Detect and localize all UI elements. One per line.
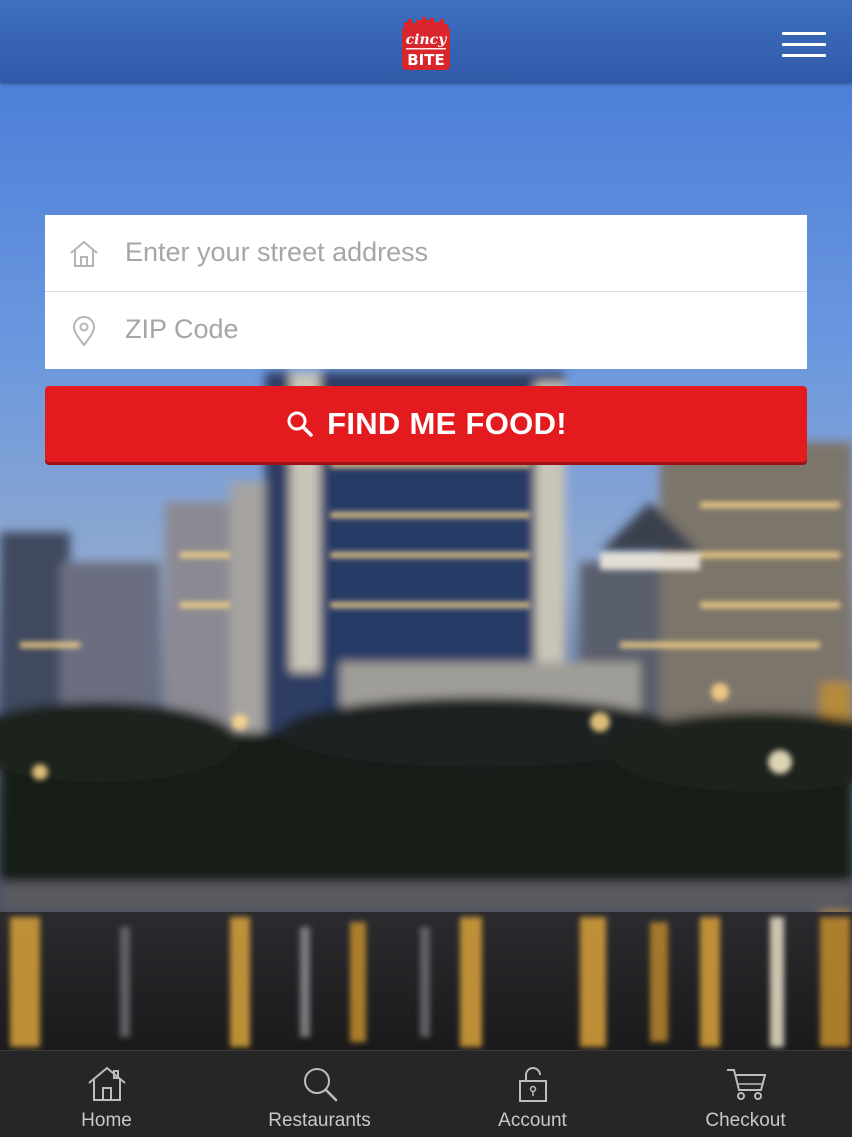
tab-account[interactable]: Account xyxy=(426,1051,639,1137)
tab-home-label: Home xyxy=(81,1110,132,1131)
hamburger-menu-icon[interactable] xyxy=(776,26,832,62)
tab-checkout-label: Checkout xyxy=(705,1110,786,1131)
app-header: cincy BITE xyxy=(0,0,852,82)
logo-top-text: cincy xyxy=(406,32,448,48)
find-me-food-button[interactable]: FIND ME FOOD! xyxy=(45,386,807,462)
tab-account-label: Account xyxy=(498,1110,567,1131)
tab-restaurants[interactable]: Restaurants xyxy=(213,1051,426,1137)
search-icon xyxy=(287,411,313,437)
address-field-row xyxy=(45,215,807,292)
street-address-input[interactable] xyxy=(125,229,785,275)
address-search-form xyxy=(45,215,807,369)
zip-field-row xyxy=(45,292,807,368)
logo-bottom-text: BITE xyxy=(407,51,445,69)
bottom-tab-bar: Home Restaurants Account Checkout xyxy=(0,1050,852,1137)
find-me-food-label: FIND ME FOOD! xyxy=(327,406,567,441)
lock-icon xyxy=(518,1067,547,1102)
map-pin-icon xyxy=(72,316,96,347)
tab-restaurants-label: Restaurants xyxy=(268,1110,371,1131)
tab-home[interactable]: Home xyxy=(0,1051,213,1137)
home-icon xyxy=(87,1066,126,1101)
cincybite-logo[interactable]: cincy BITE xyxy=(400,16,452,72)
search-icon xyxy=(303,1068,337,1102)
zip-code-input[interactable] xyxy=(125,306,785,352)
cart-icon xyxy=(726,1069,766,1100)
tab-checkout[interactable]: Checkout xyxy=(639,1051,852,1137)
house-icon xyxy=(70,240,98,267)
